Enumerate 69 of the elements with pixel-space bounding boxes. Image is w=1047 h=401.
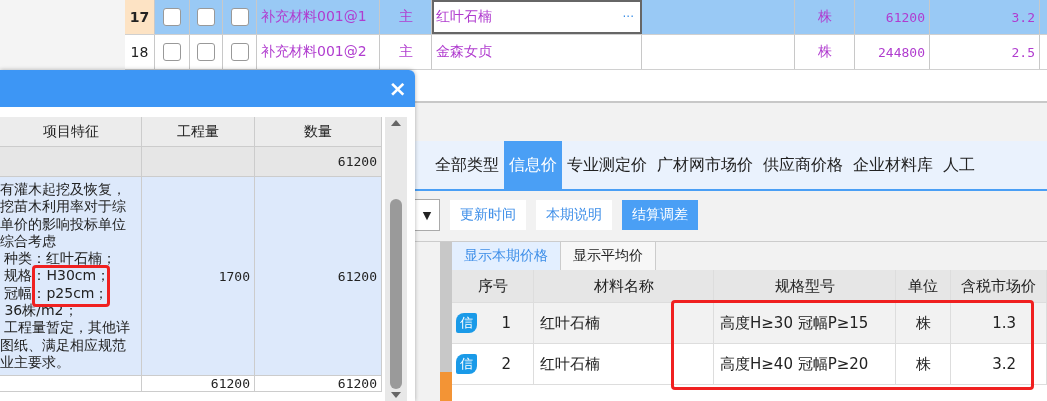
checkbox[interactable] <box>197 8 215 26</box>
price-tab[interactable]: 企业材料库 <box>848 141 938 189</box>
grid-row[interactable]: 17 补充材料001@1 主 红叶石楠 ··· 株 61200 3.2 <box>125 0 1047 35</box>
column-header: 含税市场价 <box>951 270 1047 302</box>
column-header: 规格型号 <box>714 270 896 302</box>
unit: 株 <box>896 303 951 343</box>
name-edit-field[interactable]: 红叶石楠 ··· <box>432 0 642 34</box>
row-index: 1 <box>501 314 511 332</box>
column-header: 材料名称 <box>534 270 714 302</box>
feature-line: 业主要求。 <box>0 353 70 372</box>
price-tab[interactable]: 广材网市场价 <box>652 141 758 189</box>
price: 3.2 <box>951 344 1047 384</box>
feature-line: 规格：H30cm； <box>3 267 111 285</box>
price-tab[interactable]: 供应商价格 <box>758 141 848 189</box>
quantity: 61200 <box>855 0 930 34</box>
feature-line: 工程量暂定，其他详 <box>3 319 131 337</box>
toolbar-button[interactable]: 更新时间 <box>450 200 526 230</box>
engineering-quantity: 1700 <box>218 268 250 284</box>
status-marker <box>440 372 452 401</box>
view-tab[interactable]: 显示平均价 <box>561 242 656 270</box>
material-type: 主 <box>380 35 432 69</box>
column-header: 单位 <box>896 270 951 302</box>
price-tab[interactable]: 专业测定价 <box>562 141 652 189</box>
quantity: 61200 <box>337 154 377 169</box>
column-header: 项目特征 <box>0 117 142 146</box>
feature-line: 单价的影响投标单位 <box>0 215 126 233</box>
price-tab[interactable]: 全部类型 <box>430 141 504 189</box>
price: 1.3 <box>951 303 1047 343</box>
checkbox[interactable] <box>230 43 249 61</box>
row-number: 17 <box>125 0 155 34</box>
checkbox[interactable] <box>163 8 181 26</box>
quantity: 61200 <box>337 376 377 391</box>
checkbox[interactable] <box>163 43 181 61</box>
feature-line: 图纸、满足相应规范 <box>0 336 126 354</box>
checkbox[interactable] <box>197 43 215 61</box>
feature-line: 冠幅：p25cm； <box>3 284 109 303</box>
quantity: 244800 <box>855 35 930 69</box>
info-badge: 信 <box>456 313 477 333</box>
engineering-quantity: 61200 <box>210 376 250 391</box>
quantity: 61200 <box>337 268 377 284</box>
scroll-thumb[interactable] <box>390 199 402 389</box>
material-name: 红叶石楠 <box>534 344 714 384</box>
column-header: 工程量 <box>142 117 255 146</box>
column-header: 序号 <box>452 270 534 302</box>
unit: 株 <box>896 344 951 384</box>
spec: 高度H≥30 冠幅P≥15 <box>714 303 896 343</box>
unit: 株 <box>795 35 855 69</box>
feature-line: 有灌木起挖及恢复， <box>0 181 126 199</box>
toolbar-button[interactable]: 本期说明 <box>536 200 612 230</box>
price-tab[interactable]: 人工 <box>938 141 980 189</box>
feature-line: 种类：红叶石楠； <box>3 250 117 268</box>
material-code: 补充材料001@1 <box>257 0 380 34</box>
unit: 株 <box>795 0 855 34</box>
material-name: 红叶石楠 <box>534 303 714 343</box>
feature-line: 综合考虑 <box>0 232 56 251</box>
scroll-down-icon[interactable] <box>390 391 402 399</box>
scroll-up-icon[interactable] <box>390 119 402 127</box>
scrollbar[interactable] <box>385 117 407 401</box>
grid-row[interactable]: 18 补充材料001@2 主 金森女贞 株 244800 2.5 <box>125 35 1047 70</box>
info-badge: 信 <box>456 354 477 374</box>
spec: 高度H≥40 冠幅P≥20 <box>714 344 896 384</box>
price: 2.5 <box>930 35 1040 69</box>
material-code: 补充材料001@2 <box>257 35 380 69</box>
price: 3.2 <box>930 0 1040 34</box>
feature-line: 挖苗木利用率对于综 <box>0 198 126 216</box>
row-index: 2 <box>501 355 511 373</box>
material-name: 金森女贞 <box>432 35 642 69</box>
column-header: 数量 <box>255 117 382 146</box>
checkbox[interactable] <box>230 8 249 26</box>
